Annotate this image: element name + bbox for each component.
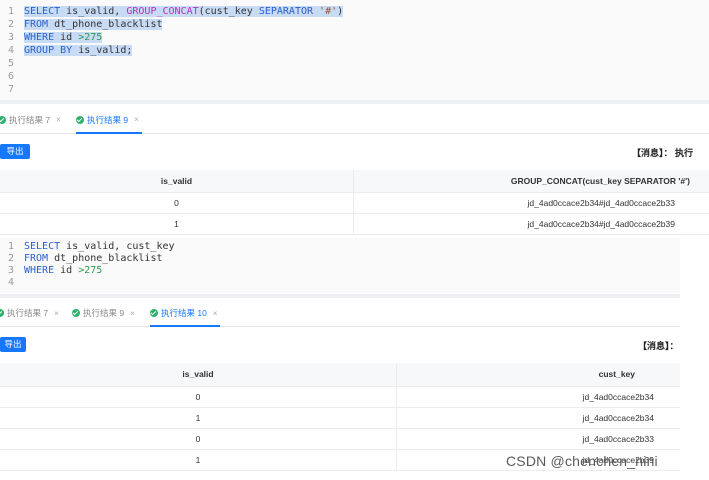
result-tabbar-1: 执行结果 7 × 执行结果 9 × [0, 106, 709, 134]
code-token: WHERE [24, 265, 55, 276]
close-icon[interactable]: × [130, 309, 135, 318]
line-number: 1 [7, 6, 14, 17]
line-number: 2 [7, 19, 14, 30]
result-tab-label: 执行结果 7 [7, 308, 49, 318]
line-number: 2 [7, 253, 14, 264]
code-line[interactable]: FROM dt_phone_blacklist [24, 253, 162, 265]
cell-is-valid[interactable]: 0 [0, 386, 397, 408]
code-token: '#' [319, 6, 338, 17]
result-tab[interactable]: 执行结果 9 × [72, 300, 135, 326]
result-tab[interactable]: 执行结果 10 × [150, 300, 220, 327]
code-token: SELECT [24, 241, 61, 252]
code-token: is_valid, [60, 6, 127, 17]
table-row[interactable]: 0 jd_4ad0ccace2b34 [0, 386, 680, 408]
csdn-watermark: CSDN @chenchen_nini [506, 453, 658, 469]
sql-editor-1[interactable]: 1 SELECT is_valid, GROUP_CONCAT(cust_key … [0, 0, 709, 100]
result-tab[interactable]: 执行结果 7 × [0, 106, 61, 133]
cell-value[interactable]: jd_4ad0ccace2b34#jd_4ad0ccace2b39 [353, 213, 709, 235]
cell-value[interactable]: jd_4ad0ccace2b34#jd_4ad0ccace2b33 [353, 192, 709, 214]
code-token: SEPARATOR [258, 6, 314, 17]
line-number: 1 [7, 241, 14, 252]
success-check-icon [76, 115, 84, 124]
line-number: 3 [7, 265, 14, 276]
success-check-icon [150, 309, 158, 317]
cell-is-valid[interactable]: 1 [0, 449, 397, 471]
result-tab-label: 执行结果 7 [9, 114, 51, 125]
code-token: >275 [78, 265, 103, 276]
close-icon[interactable]: × [213, 309, 218, 318]
line-number: 7 [7, 84, 14, 95]
result-table-1: is_valid GROUP_CONCAT(cust_key SEPARATOR… [0, 170, 709, 235]
code-token: GROUP_CONCAT [126, 6, 199, 17]
result-tab[interactable]: 执行结果 9 × [76, 106, 142, 134]
table-row[interactable]: 0 jd_4ad0ccace2b33 [0, 428, 680, 450]
success-check-icon [0, 115, 6, 124]
code-token: dt_phone_blacklist [48, 253, 163, 264]
column-header-is-valid[interactable]: is_valid [0, 170, 354, 193]
message-label-1: 【消息】： 执行 [632, 148, 694, 158]
code-token: is_valid; [72, 45, 133, 56]
code-line[interactable]: FROM dt_phone_blacklist [24, 18, 163, 31]
column-header-group-concat[interactable]: GROUP_CONCAT(cust_key SEPARATOR '#') [353, 170, 709, 193]
cell-is-valid[interactable]: 0 [0, 192, 354, 214]
code-token: FROM [24, 253, 49, 264]
line-number: 4 [7, 277, 14, 288]
cell-is-valid[interactable]: 1 [0, 213, 354, 235]
column-header-cust-key[interactable]: cust_key [396, 363, 680, 387]
export-button-2[interactable]: 导出 [0, 337, 26, 352]
code-line[interactable]: SELECT is_valid, cust_key [24, 241, 175, 253]
sql-editor-2[interactable]: 1 SELECT is_valid, cust_key 2 FROM dt_phone… [0, 238, 680, 293]
table-row[interactable]: 0 jd_4ad0ccace2b34#jd_4ad0ccace2b33 [0, 192, 709, 214]
code-line[interactable]: WHERE id >275 [24, 265, 102, 277]
line-number: 6 [7, 71, 14, 82]
cell-value[interactable]: jd_4ad0ccace2b34 [396, 386, 680, 408]
column-header-is-valid[interactable]: is_valid [0, 363, 397, 387]
code-token: is_valid, cust_key [60, 241, 175, 252]
result-tab-label: 执行结果 10 [161, 308, 207, 318]
code-line[interactable]: WHERE id >275 [24, 31, 103, 44]
cell-is-valid[interactable]: 0 [0, 428, 397, 450]
code-token: WHERE [24, 32, 55, 43]
code-token: >275 [78, 32, 103, 43]
line-number: 4 [7, 45, 14, 56]
table-row[interactable]: 1 jd_4ad0ccace2b34#jd_4ad0ccace2b39 [0, 213, 709, 235]
code-token: (cust_key [198, 6, 259, 17]
pane-splitter-1[interactable] [0, 100, 709, 104]
result-tab-label: 执行结果 9 [87, 114, 129, 125]
close-icon[interactable]: × [54, 309, 59, 318]
code-line[interactable]: SELECT is_valid, GROUP_CONCAT(cust_key S… [24, 5, 344, 18]
code-token: id [54, 265, 79, 276]
line-number: 5 [7, 58, 14, 69]
export-button-1[interactable]: 导出 [0, 144, 30, 159]
cell-is-valid[interactable]: 1 [0, 407, 397, 429]
message-label-2: 【消息】： [638, 341, 679, 351]
line-number: 3 [7, 32, 14, 43]
code-token: FROM [24, 19, 49, 30]
code-token: SELECT [24, 6, 61, 17]
success-check-icon [72, 309, 80, 317]
result-tabbar-2: 执行结果 7 × 执行结果 9 × 执行结果 10 × [0, 300, 680, 327]
code-token: ) [337, 6, 344, 17]
close-icon[interactable]: × [134, 115, 139, 124]
result-tab-label: 执行结果 9 [83, 308, 125, 318]
cell-value[interactable]: jd_4ad0ccace2b34 [396, 407, 680, 429]
success-check-icon [0, 309, 4, 317]
code-token: dt_phone_blacklist [48, 19, 163, 30]
pane-splitter-2[interactable] [0, 294, 680, 298]
code-token: id [54, 32, 79, 43]
result-tab[interactable]: 执行结果 7 × [0, 300, 59, 326]
table-row[interactable]: 1 jd_4ad0ccace2b34 [0, 407, 680, 429]
code-line[interactable]: GROUP BY is_valid; [24, 44, 133, 57]
close-icon[interactable]: × [56, 115, 61, 124]
code-token: GROUP BY [24, 45, 73, 56]
cell-value[interactable]: jd_4ad0ccace2b33 [396, 428, 680, 450]
